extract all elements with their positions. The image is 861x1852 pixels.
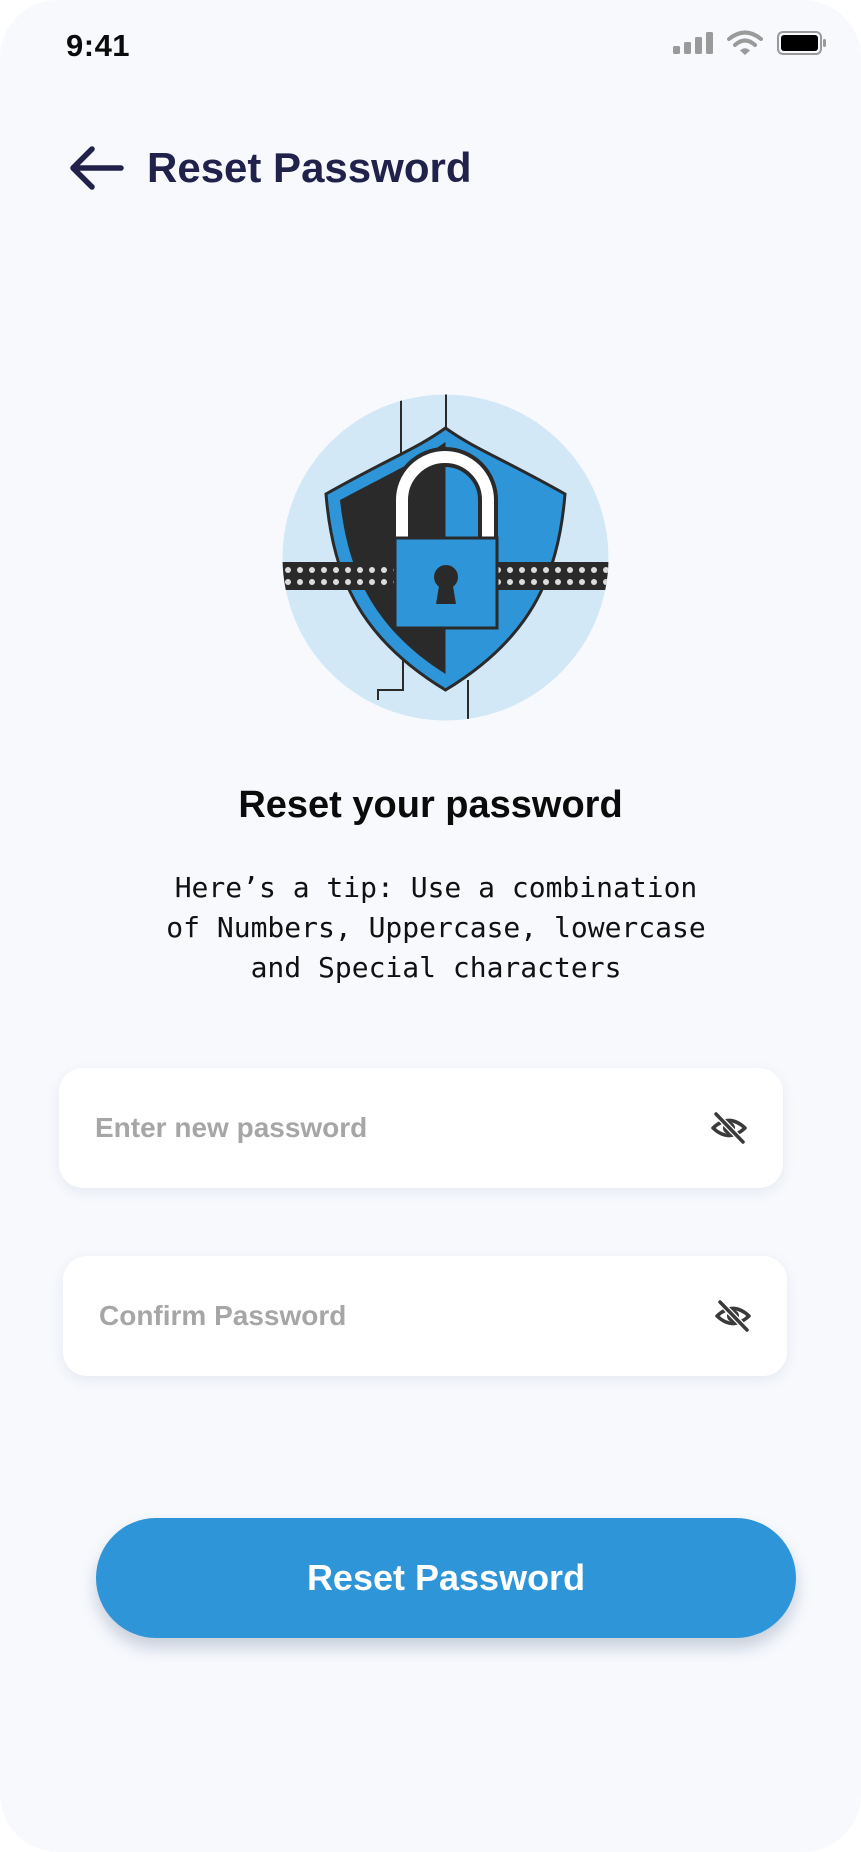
confirm-password-input[interactable] [97,1299,713,1333]
status-time: 9:41 [66,28,131,63]
new-password-input[interactable] [93,1111,709,1145]
page-title: Reset Password [147,144,472,191]
signal-icon [673,32,713,59]
eye-slash-icon[interactable] [713,1296,753,1336]
shield-lock-illustration [278,390,613,725]
back-button[interactable] [66,140,126,196]
new-password-field [59,1068,783,1188]
section-heading: Reset your password [238,784,623,826]
eye-slash-icon[interactable] [709,1108,749,1148]
battery-icon [777,31,827,60]
status-icons [659,30,827,61]
phone-screen: 9:41 Reset Password Reset your password … [0,0,861,1852]
reset-password-button[interactable]: Reset Password [96,1518,796,1638]
confirm-password-field [63,1256,787,1376]
wifi-icon [727,30,763,61]
arrow-left-icon [70,146,124,190]
password-tip: Here’s a tip: Use a combination of Numbe… [166,871,706,984]
